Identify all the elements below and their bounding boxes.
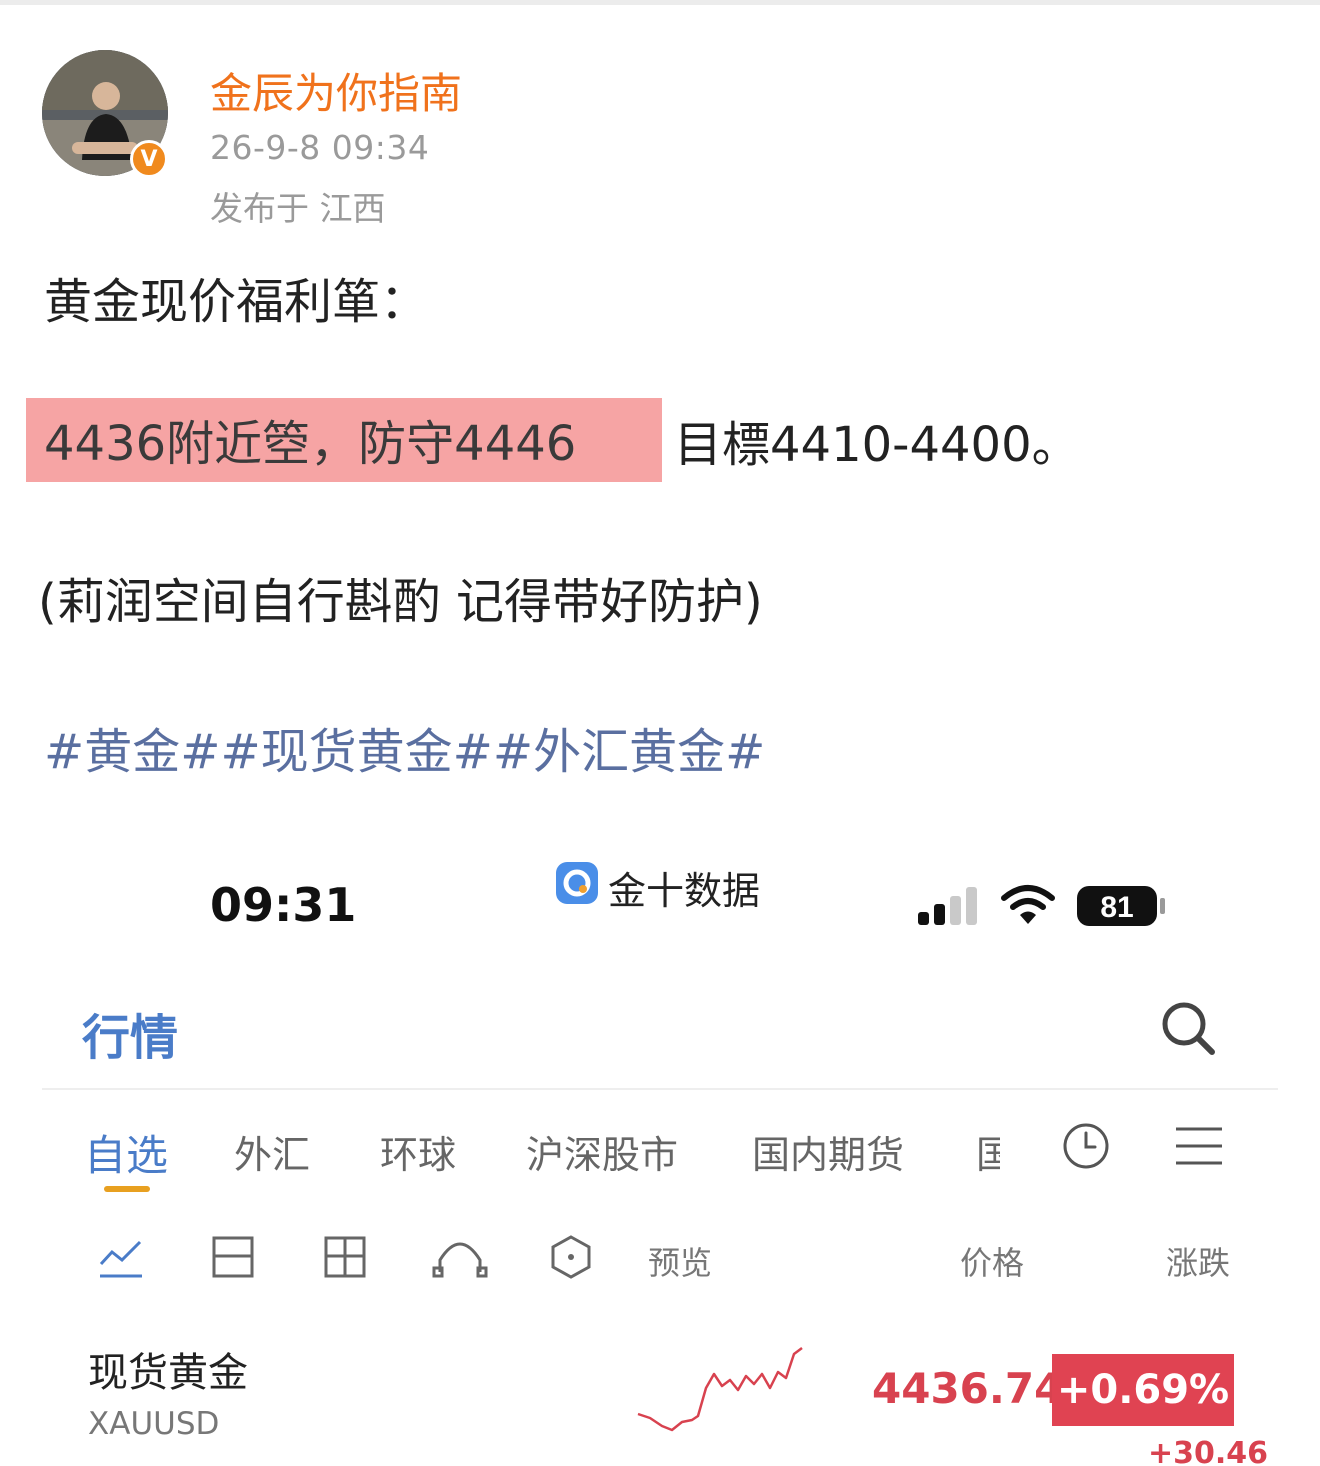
search-icon[interactable] bbox=[1160, 1000, 1216, 1056]
battery-icon: 81 bbox=[1077, 886, 1165, 926]
top-divider bbox=[0, 0, 1320, 5]
column-price[interactable]: 价格 bbox=[960, 1238, 1024, 1284]
hexagon-icon[interactable] bbox=[548, 1234, 594, 1280]
quote-name[interactable]: 现货黄金 bbox=[88, 1340, 248, 1398]
post-line-strategy: 4436附近箜，防守4446 目標4410-4400。 bbox=[26, 398, 1080, 482]
tab-partial[interactable]: 国 bbox=[976, 1124, 1000, 1179]
quote-code: XAUUSD bbox=[88, 1406, 220, 1442]
hashtags-link[interactable]: #黄金##现货黄金##外汇黄金# bbox=[44, 712, 765, 782]
tab-domestic-futures[interactable]: 国内期货 bbox=[752, 1124, 904, 1179]
column-change[interactable]: 涨跌 bbox=[1166, 1238, 1230, 1284]
grid-icon[interactable] bbox=[322, 1234, 368, 1280]
tab-a-shares[interactable]: 沪深股市 bbox=[526, 1124, 678, 1179]
highlighted-text: 4436附近箜，防守4446 bbox=[26, 398, 662, 482]
cellular-signal-icon bbox=[918, 887, 977, 925]
post-location: 发布于 江西 bbox=[210, 189, 386, 228]
target-text: 目標4410-4400。 bbox=[674, 417, 1080, 473]
status-bar-time: 09:31 bbox=[210, 878, 357, 932]
tab-watchlist[interactable]: 自选 bbox=[84, 1122, 168, 1183]
page-title: 行情 bbox=[82, 1010, 179, 1066]
line-chart-icon[interactable] bbox=[98, 1234, 144, 1280]
tab-global[interactable]: 环球 bbox=[380, 1124, 456, 1179]
active-tab-indicator bbox=[104, 1186, 150, 1192]
app-name: 金十数据 bbox=[608, 869, 761, 913]
header-divider bbox=[42, 1088, 1278, 1090]
column-preview: 预览 bbox=[648, 1244, 713, 1282]
split-view-icon[interactable] bbox=[210, 1234, 256, 1280]
verified-badge: V bbox=[130, 140, 168, 178]
quote-change-badge[interactable]: +0.69% bbox=[1052, 1354, 1234, 1426]
post-time: 26-9-8 09:34 bbox=[210, 128, 430, 167]
quote-price: 4436.74 bbox=[872, 1364, 1064, 1413]
arch-icon[interactable] bbox=[432, 1234, 488, 1280]
app-logo-icon bbox=[556, 862, 598, 904]
post-line-title: 黄金现价福利箪： bbox=[44, 274, 429, 330]
wifi-icon bbox=[1001, 885, 1055, 924]
quote-change-absolute: +30.46 bbox=[1148, 1436, 1269, 1466]
username[interactable]: 金辰为你指南 bbox=[210, 60, 462, 121]
price-sparkline bbox=[637, 1347, 803, 1432]
battery-level: 81 bbox=[1100, 891, 1133, 924]
clock-icon[interactable] bbox=[1062, 1122, 1110, 1170]
menu-icon[interactable] bbox=[1174, 1126, 1224, 1166]
post-line-note: (莉润空间自行斟酌 记得带好防护) bbox=[38, 574, 763, 630]
tab-forex[interactable]: 外汇 bbox=[234, 1124, 310, 1179]
